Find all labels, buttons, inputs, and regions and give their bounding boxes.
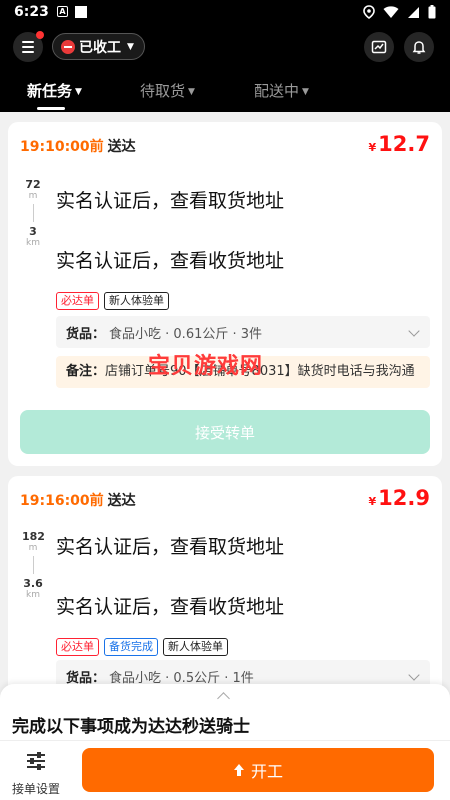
- tag-must-deliver: 必达单: [56, 638, 99, 656]
- chevron-down-icon: ▼: [75, 86, 82, 97]
- price-value: 12.9: [378, 486, 430, 510]
- map-icon: [371, 40, 387, 54]
- active-tab-indicator: [37, 107, 65, 110]
- chevron-down-icon: ▼: [127, 41, 134, 52]
- tab-label: 待取货: [140, 82, 186, 100]
- start-work-label: 开工: [250, 762, 283, 781]
- delivery-deadline: 19:10:00前 送达: [20, 136, 136, 156]
- order-price: ¥12.7: [369, 132, 430, 156]
- unread-dot: [36, 31, 44, 39]
- bell-icon: [412, 41, 426, 54]
- pickup-distance: 182: [22, 530, 45, 543]
- tag-stock-ready: 备货完成: [104, 638, 158, 656]
- distance-indicator: 72 m 3 km: [22, 178, 44, 248]
- goods-details: 食品小吃 · 0.61公斤 · 3件: [109, 326, 263, 342]
- menu-button[interactable]: [13, 31, 44, 62]
- tag-newbie: 新人体验单: [104, 292, 169, 310]
- status-bar: 6:23 A: [0, 0, 450, 26]
- tab-pending-pickup[interactable]: 待取货 ▼: [140, 80, 195, 101]
- sheet-title: 完成以下事项成为达达秒送骑士: [12, 717, 250, 737]
- remark-box: 备注：店铺订单号90【店铺单号8031】缺货时电话与我沟通: [56, 356, 430, 388]
- chevron-down-icon: [408, 669, 420, 681]
- goods-details: 食品小吃 · 0.5公斤 · 1件: [109, 670, 254, 686]
- task-tabs: 新任务 ▼ 待取货 ▼ 配送中 ▼: [0, 68, 450, 112]
- arrow-up-icon: [233, 764, 244, 776]
- tab-new-tasks[interactable]: 新任务 ▼: [27, 80, 82, 101]
- accept-transfer-button[interactable]: 接受转单: [20, 410, 430, 454]
- delivery-address: 实名认证后，查看收货地址: [56, 596, 285, 618]
- chevron-down-icon: ▼: [302, 86, 309, 97]
- tab-label: 新任务: [27, 82, 73, 100]
- pickup-distance-unit: m: [28, 543, 38, 553]
- delivery-distance-unit: km: [26, 238, 40, 248]
- status-icons: [363, 5, 436, 19]
- rider-onboarding-sheet[interactable]: 完成以下事项成为达达秒送骑士: [0, 684, 450, 740]
- bottom-action-bar: 接单设置 开工: [0, 740, 450, 800]
- pickup-distance-unit: m: [28, 191, 38, 201]
- remark-label: 备注：: [66, 364, 106, 379]
- currency-symbol: ¥: [368, 495, 377, 508]
- pickup-distance: 72: [25, 178, 41, 191]
- signal-icon: [408, 6, 419, 18]
- notification-a-icon: A: [57, 6, 68, 17]
- battery-icon: [428, 5, 436, 19]
- delivery-deadline: 19:16:00前 送达: [20, 490, 136, 510]
- stop-icon: [61, 39, 75, 54]
- route-line: [32, 204, 34, 222]
- chevron-down-icon: ▼: [188, 86, 195, 97]
- status-time: 6:23: [14, 4, 49, 20]
- delivery-distance: 3.6: [23, 577, 43, 590]
- order-settings-label: 接单设置: [11, 782, 60, 796]
- work-status-label: 已收工: [79, 39, 121, 56]
- tag-newbie: 新人体验单: [163, 638, 228, 656]
- order-tags: 必达单 备货完成 新人体验单: [56, 638, 228, 656]
- top-bar: 已收工 ▼: [0, 26, 450, 66]
- deadline-label: 送达: [107, 493, 136, 509]
- deadline-time: 19:10:00前: [20, 139, 104, 155]
- price-value: 12.7: [378, 132, 430, 156]
- location-icon: [363, 5, 375, 19]
- order-tags: 必达单 新人体验单: [56, 292, 169, 310]
- notification-button[interactable]: [404, 32, 434, 62]
- delivery-address: 实名认证后，查看收货地址: [56, 250, 285, 272]
- order-price: ¥12.9: [369, 486, 430, 510]
- delivery-distance-unit: km: [26, 590, 40, 600]
- map-button[interactable]: [364, 32, 394, 62]
- tab-delivering[interactable]: 配送中 ▼: [254, 80, 309, 101]
- delivery-distance: 3: [29, 225, 37, 238]
- goods-label: 货品：: [66, 670, 106, 686]
- start-work-button[interactable]: 开工: [82, 748, 434, 792]
- goods-label: 货品：: [66, 326, 106, 342]
- deadline-time: 19:16:00前: [20, 493, 104, 509]
- notification-square-icon: [75, 6, 87, 18]
- order-settings-button[interactable]: 接单设置: [8, 745, 64, 797]
- work-status-dropdown[interactable]: 已收工 ▼: [52, 33, 145, 60]
- tab-label: 配送中: [254, 82, 300, 100]
- goods-info-row[interactable]: 货品： 食品小吃 · 0.61公斤 · 3件: [56, 316, 430, 348]
- currency-symbol: ¥: [368, 141, 377, 154]
- remark-text: 店铺订单号90【店铺单号8031】缺货时电话与我沟通: [105, 364, 415, 379]
- distance-indicator: 182 m 3.6 km: [22, 530, 45, 600]
- chevron-up-icon[interactable]: [217, 692, 230, 705]
- wifi-icon: [383, 5, 399, 18]
- route-line: [32, 556, 34, 574]
- pickup-address: 实名认证后，查看取货地址: [56, 190, 285, 212]
- chevron-down-icon: [408, 325, 420, 337]
- deadline-label: 送达: [107, 139, 136, 155]
- tag-must-deliver: 必达单: [56, 292, 99, 310]
- sliders-icon: [27, 752, 45, 770]
- pickup-address: 实名认证后，查看取货地址: [56, 536, 285, 558]
- order-card[interactable]: 19:10:00前 送达 ¥12.7 72 m 3 km 实名认证后，查看取货地址…: [8, 122, 442, 466]
